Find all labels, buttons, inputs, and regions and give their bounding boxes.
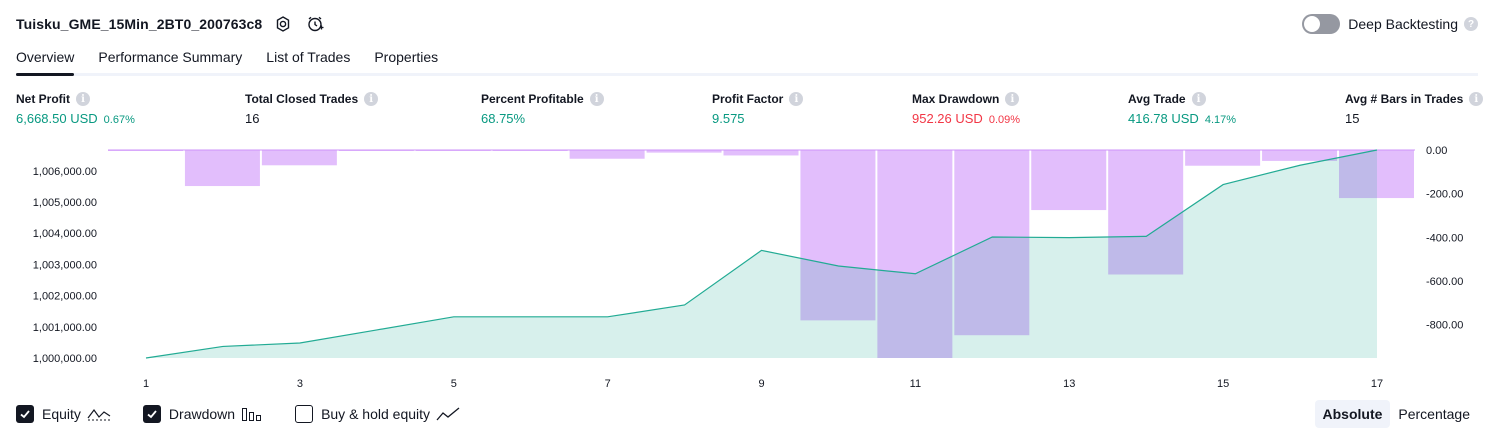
info-icon[interactable]: i bbox=[789, 92, 804, 106]
drawdown-bar bbox=[184, 150, 260, 187]
left-axis-tick-label: 1,003,000.00 bbox=[33, 259, 97, 271]
stat-avg-bars: Avg # Bars in Trades i 15 bbox=[1345, 92, 1484, 126]
stat-value: 16 bbox=[245, 111, 260, 126]
drawdown-bar bbox=[492, 150, 568, 151]
drawdown-bar bbox=[1031, 150, 1107, 211]
right-axis-tick-label: -600.00 bbox=[1426, 276, 1463, 288]
stat-label: Profit Factor bbox=[712, 92, 784, 106]
drawdown-bar bbox=[338, 150, 414, 151]
stat-max-drawdown: Max Drawdown i 952.26 USD 0.09% bbox=[912, 92, 1020, 126]
drawdown-bar bbox=[1185, 150, 1261, 166]
tab-properties[interactable]: Properties bbox=[374, 44, 438, 73]
left-axis-tick-label: 1,001,000.00 bbox=[33, 322, 97, 334]
legend-buy-hold-equity[interactable]: Buy & hold equity bbox=[295, 405, 460, 423]
left-axis-tick-label: 1,006,000.00 bbox=[33, 166, 97, 178]
x-axis-tick-label: 13 bbox=[1063, 378, 1075, 390]
equity-drawdown-chart[interactable]: 1,006,000.00 1,005,000.00 1,004,000.00 1,00… bbox=[0, 138, 1494, 393]
tab-list-of-trades[interactable]: List of Trades bbox=[266, 44, 350, 73]
stat-total-closed-trades: Total Closed Trades i 16 bbox=[245, 92, 379, 126]
legend-label: Equity bbox=[42, 406, 81, 422]
stat-value: 6,668.50 USD bbox=[16, 111, 98, 126]
stat-value: 15 bbox=[1345, 111, 1360, 126]
report-tabs: Overview Performance Summary List of Tra… bbox=[16, 44, 1478, 76]
deep-backtesting: Deep Backtesting ? bbox=[1302, 12, 1478, 36]
value-mode-switch: Absolute Percentage bbox=[1314, 400, 1479, 428]
x-axis-tick-label: 3 bbox=[297, 378, 303, 390]
left-axis-tick-label: 1,005,000.00 bbox=[33, 197, 97, 209]
stat-percent: 4.17% bbox=[1204, 114, 1237, 126]
info-icon[interactable]: i bbox=[1191, 92, 1206, 106]
x-axis-tick-label: 1 bbox=[143, 378, 149, 390]
legend-label: Buy & hold equity bbox=[321, 406, 431, 422]
x-axis-tick-label: 5 bbox=[451, 378, 457, 390]
mode-percentage[interactable]: Percentage bbox=[1390, 400, 1478, 428]
equity-checkbox[interactable] bbox=[16, 405, 34, 423]
right-axis-tick-label: -400.00 bbox=[1426, 232, 1463, 244]
x-axis-tick-label: 17 bbox=[1371, 378, 1383, 390]
alert-clock-icon[interactable] bbox=[304, 13, 326, 35]
legend-drawdown[interactable]: Drawdown bbox=[142, 405, 263, 423]
strategy-header: Tuisku_GME_15Min_2BT0_200763c8 bbox=[16, 10, 326, 38]
drawdown-bar bbox=[646, 150, 722, 153]
drawdown-bar bbox=[108, 150, 183, 151]
buy-hold-line-icon bbox=[436, 406, 460, 422]
stat-value: 9.575 bbox=[712, 111, 745, 126]
chart-legend: Equity Drawdown Buy & hold equity bbox=[16, 403, 492, 425]
right-axis-tick-label: -800.00 bbox=[1426, 320, 1463, 332]
info-icon[interactable]: i bbox=[1005, 92, 1020, 106]
stat-value: 952.26 USD bbox=[912, 111, 983, 126]
drawdown-bar bbox=[261, 150, 337, 166]
stat-label: Max Drawdown bbox=[912, 92, 1000, 106]
drawdown-bars-icon bbox=[241, 406, 263, 422]
stat-label: Avg # Bars in Trades bbox=[1345, 92, 1464, 106]
stat-avg-trade: Avg Trade i 416.78 USD 4.17% bbox=[1128, 92, 1236, 126]
left-axis-tick-label: 1,002,000.00 bbox=[33, 291, 97, 303]
stat-label: Percent Profitable bbox=[481, 92, 584, 106]
left-axis-tick-label: 1,004,000.00 bbox=[33, 228, 97, 240]
stat-value: 416.78 USD bbox=[1128, 111, 1199, 126]
stat-label: Avg Trade bbox=[1128, 92, 1186, 106]
stat-profit-factor: Profit Factor i 9.575 bbox=[712, 92, 804, 126]
stat-percent: 0.09% bbox=[988, 114, 1021, 126]
drawdown-bar bbox=[569, 150, 645, 159]
info-icon[interactable]: i bbox=[589, 92, 604, 106]
legend-equity[interactable]: Equity bbox=[16, 405, 111, 423]
stats-row: Net Profit i 6,668.50 USD 0.67% Total Clos… bbox=[16, 92, 1484, 132]
x-axis-tick-label: 11 bbox=[910, 378, 921, 390]
info-icon[interactable]: i bbox=[76, 92, 90, 106]
legend-label: Drawdown bbox=[168, 406, 236, 422]
buy-hold-checkbox[interactable] bbox=[295, 405, 314, 423]
info-icon[interactable]: i bbox=[364, 92, 379, 106]
stat-label: Net Profit bbox=[16, 92, 70, 106]
deep-backtesting-label: Deep Backtesting bbox=[1348, 16, 1458, 32]
drawdown-bar bbox=[415, 150, 491, 151]
help-icon[interactable]: ? bbox=[1464, 17, 1478, 31]
stat-percent-profitable: Percent Profitable i 68.75% bbox=[481, 92, 604, 126]
stat-label: Total Closed Trades bbox=[245, 92, 359, 106]
info-icon[interactable]: i bbox=[1469, 92, 1484, 106]
strategy-title: Tuisku_GME_15Min_2BT0_200763c8 bbox=[16, 16, 263, 32]
left-axis-tick-label: 1,000,000.00 bbox=[33, 353, 97, 365]
drawdown-bar bbox=[1262, 150, 1338, 161]
x-axis-tick-label: 15 bbox=[1217, 378, 1229, 390]
stat-net-profit: Net Profit i 6,668.50 USD 0.67% bbox=[16, 92, 135, 126]
drawdown-bar bbox=[723, 150, 799, 156]
settings-icon[interactable] bbox=[272, 13, 294, 35]
right-axis-tick-label: 0.00 bbox=[1426, 145, 1447, 157]
drawdown-checkbox[interactable] bbox=[142, 405, 161, 423]
equity-area bbox=[146, 150, 1377, 358]
tab-performance-summary[interactable]: Performance Summary bbox=[98, 44, 242, 73]
stat-value: 68.75% bbox=[481, 111, 526, 126]
x-axis-tick-label: 7 bbox=[605, 378, 611, 390]
equity-line-icon bbox=[87, 406, 111, 422]
right-axis-tick-label: -200.00 bbox=[1426, 189, 1463, 201]
x-axis-tick-label: 9 bbox=[758, 378, 764, 390]
tab-overview[interactable]: Overview bbox=[16, 44, 75, 76]
stat-percent: 0.67% bbox=[103, 114, 135, 126]
deep-backtesting-toggle[interactable] bbox=[1302, 14, 1341, 34]
mode-absolute[interactable]: Absolute bbox=[1314, 400, 1391, 428]
